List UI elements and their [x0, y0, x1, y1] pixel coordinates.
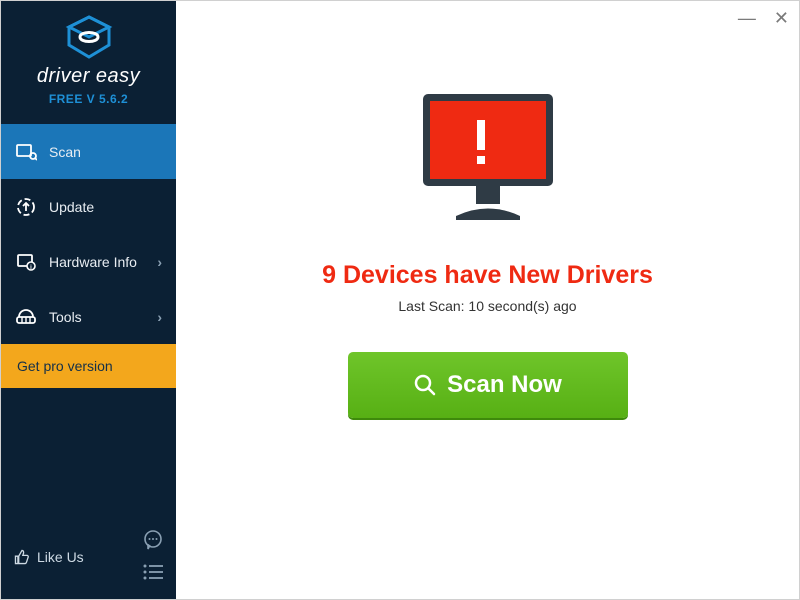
sidebar-spacer: [1, 388, 176, 519]
update-icon: [15, 196, 37, 218]
menu-list-icon[interactable]: [142, 564, 164, 585]
bottom-right-icons: [142, 529, 164, 585]
version-label: FREE V 5.6.2: [1, 92, 176, 106]
scan-now-button[interactable]: Scan Now: [348, 352, 628, 418]
feedback-icon[interactable]: [142, 529, 164, 556]
like-us-button[interactable]: Like Us: [13, 548, 84, 566]
sidebar-item-scan[interactable]: Scan: [1, 124, 176, 179]
scan-icon: [15, 141, 37, 163]
nav: Scan Update i Hardware Info › Tools: [1, 124, 176, 344]
brand-name: driver easy: [1, 65, 176, 88]
alert-monitor-graphic: [408, 86, 568, 241]
brand-logo-icon: [64, 15, 114, 59]
get-pro-button[interactable]: Get pro version: [1, 344, 176, 388]
scan-button-label: Scan Now: [447, 371, 562, 399]
app-window: driver easy FREE V 5.6.2 Scan Update i: [0, 0, 800, 600]
logo-block: driver easy FREE V 5.6.2: [1, 1, 176, 118]
hardware-info-icon: i: [15, 251, 37, 273]
chevron-right-icon: ›: [157, 254, 162, 270]
chevron-right-icon: ›: [157, 309, 162, 325]
sidebar-bottom-bar: Like Us: [1, 519, 176, 599]
sidebar-item-hardware-info[interactable]: i Hardware Info ›: [1, 234, 176, 289]
sidebar: driver easy FREE V 5.6.2 Scan Update i: [1, 1, 176, 599]
sidebar-item-label: Tools: [49, 309, 82, 325]
search-icon: [413, 373, 437, 397]
sidebar-item-update[interactable]: Update: [1, 179, 176, 234]
close-button[interactable]: ✕: [774, 9, 789, 27]
thumbs-up-icon: [13, 548, 31, 566]
get-pro-label: Get pro version: [17, 358, 113, 374]
main-panel: — ✕ 9 Devices have New Drivers Last Scan…: [176, 1, 799, 599]
sidebar-item-label: Scan: [49, 144, 81, 160]
tools-icon: [15, 306, 37, 328]
window-controls: — ✕: [738, 9, 789, 27]
sidebar-item-label: Hardware Info: [49, 254, 137, 270]
sidebar-item-tools[interactable]: Tools ›: [1, 289, 176, 344]
scan-result-headline: 9 Devices have New Drivers: [322, 261, 653, 290]
sidebar-item-label: Update: [49, 199, 94, 215]
likeus-label: Like Us: [37, 549, 84, 565]
minimize-button[interactable]: —: [738, 9, 756, 27]
last-scan-label: Last Scan: 10 second(s) ago: [398, 298, 576, 314]
